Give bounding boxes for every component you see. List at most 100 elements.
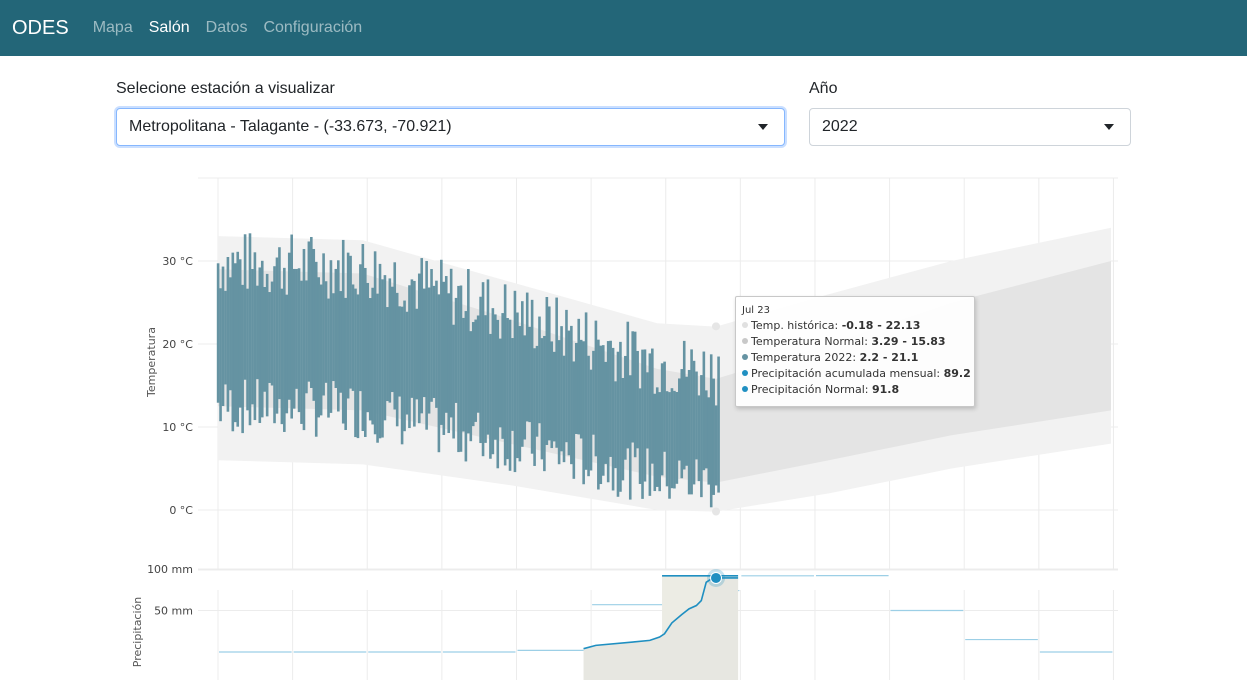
temp-2022-bar [648,353,652,496]
tooltip-row-value: 91.8 [872,383,900,396]
temp-2022-bar [305,280,308,394]
nav-link-salon[interactable]: Salón [149,19,190,37]
temp-2022-bar [702,351,706,471]
temp-2022-bar [508,319,512,471]
chart-tooltip: Jul 23 Temp. histórica: -0.18 - 22.13 Tem… [735,296,975,407]
temp-2022-bar [491,308,495,455]
temp-2022-bar [501,313,504,439]
temp-2022-bar [572,361,576,479]
tooltip-row: Temperatura 2022: 2.2 - 21.1 [742,351,968,367]
tooltip-row-label: Precipitación acumulada mensual: [751,367,944,380]
temp-2022-bar [535,345,539,437]
temp-2022-bar [481,282,485,457]
temp-2022-bar [376,293,379,443]
legend-dot-icon [742,322,748,328]
temp-2022-bar [624,355,627,460]
temp-2022-bar [643,349,647,482]
temp-2022-bar [479,296,482,444]
nav-link-mapa[interactable]: Mapa [93,19,133,37]
nav-link-configuracion[interactable]: Configuración [263,19,362,37]
temp-2022-bar [498,338,502,428]
temp-2022-bar [523,335,527,440]
temp-2022-bar [621,377,625,481]
temp-2022-bar [697,395,701,482]
temp-2022-bar [310,236,313,388]
temp-2022-bar [300,280,303,424]
temp-2022-bar [655,387,659,487]
year-label: Año [809,80,838,97]
nav-link-datos[interactable]: Datos [206,19,248,37]
temp-2022-bar [609,340,612,457]
temp-2022-bar [503,284,507,466]
temp-2022-bar [265,273,269,417]
temp-2022-bar [219,288,222,422]
temp-2022-bar [565,309,568,443]
temp-2022-bar [390,286,394,393]
temp-2022-bar [690,349,693,495]
temp-2022-bar [700,375,703,498]
temp-2022-bar [557,340,561,465]
temp-2022-bar [592,350,595,435]
temp-2022-bar [383,275,387,421]
temp-2022-bar [283,267,286,432]
temp-2022-bar [405,311,409,415]
temp-2022-bar [317,277,320,418]
legend-dot-icon [742,370,748,376]
temp-2022-bar [366,282,370,413]
temp-2022-bar [280,288,284,425]
temp-2022-bar [297,268,301,413]
chart-axes: Temperatura 30 °C 20 °C 10 °C 0 °C Preci… [131,255,193,667]
temp-2022-bar [489,333,492,459]
temp-2022-bar [447,293,451,434]
temp-2022-bar [682,340,686,470]
temp-2022-bar [229,277,232,391]
temp-2022-bar [707,397,711,485]
tooltip-row: Precipitación acumulada mensual: 89.2 [742,367,971,383]
temp-2022-bar [346,252,350,399]
temp-2022-bar [403,300,406,432]
temp-2022-bar [594,320,598,457]
temp-tick-30: 30 °C [162,255,193,268]
temp-2022-bar [604,361,608,464]
temp-2022-bar [579,339,583,439]
temp-2022-bar [660,363,664,476]
chevron-down-icon [758,124,768,130]
temp-2022-bar [363,267,367,437]
station-select[interactable]: Metropolitana - Talagante - (-33.673, -7… [116,108,785,146]
temp-2022-bar [413,280,416,427]
temp-2022-bar [692,360,696,485]
temp-2022-bar [344,297,347,430]
temp-2022-bar [425,260,428,430]
precip-tick-50: 50 mm [154,605,193,618]
temp-2022-bar [530,299,534,454]
temp-2022-bar [312,248,316,401]
temp-tick-20: 20 °C [162,338,193,351]
temp-2022-bar [653,393,657,492]
temp-2022-bar [231,252,235,432]
precip-tick-100: 100 mm [147,563,193,576]
temp-2022-bar [717,356,720,493]
legend-dot-icon [742,338,748,344]
brand-logo[interactable]: ODES [12,17,69,40]
temp-2022-bar [685,376,688,466]
temp-2022-bar [511,338,514,431]
temp-2022-bar [427,287,431,414]
temp-tick-10: 10 °C [162,421,193,434]
temp-2022-bar [224,290,227,385]
temp-2022-bar [555,297,558,448]
temp-2022-bar [435,280,438,408]
temp-2022-bar [464,311,468,462]
temp-2022-bar [386,307,389,402]
temp-2022-bar [337,260,340,412]
tooltip-row: Precipitación Normal: 91.8 [742,383,968,399]
tooltip-row-label: Temperatura 2022: [751,351,860,364]
temp-2022-bar [236,251,240,427]
temp-2022-bar [670,388,674,489]
climate-chart[interactable]: Temperatura 30 °C 20 °C 10 °C 0 °C Preci… [0,170,1247,680]
year-select[interactable]: 2022 [809,108,1131,146]
temp-2022-bar [570,325,573,465]
temp-2022-bar [359,264,362,392]
temp-2022-bar [361,244,365,431]
temp-2022-bar [381,279,384,438]
temp-2022-bar [420,258,424,414]
